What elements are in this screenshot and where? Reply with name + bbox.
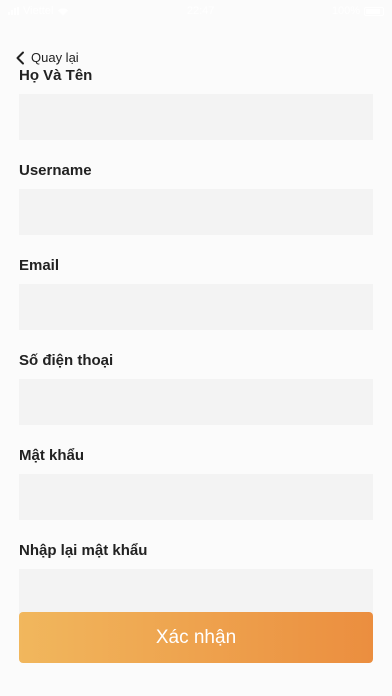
username-field: Username — [19, 161, 373, 235]
carrier-label: Viettel — [23, 5, 54, 17]
password-input[interactable] — [19, 474, 373, 520]
phone-label: Số điện thoại — [19, 352, 114, 369]
confirm-password-label: Nhập lại mật khẩu — [19, 542, 148, 559]
confirm-password-field: Nhập lại mật khẩu — [19, 541, 373, 615]
email-field: Email — [19, 256, 373, 330]
status-left: Viettel — [8, 5, 69, 17]
back-label: Quay lại — [31, 50, 79, 65]
registration-form: Họ Và Tên Username Email Số điện thoại M… — [19, 66, 373, 636]
status-time: 22:47 — [186, 5, 215, 17]
confirm-password-input[interactable] — [19, 569, 373, 615]
full-name-input[interactable] — [19, 94, 373, 140]
signal-icon — [8, 7, 19, 15]
password-label: Mật khẩu — [19, 447, 85, 464]
battery-percent: 100% — [331, 5, 360, 17]
email-input[interactable] — [19, 284, 373, 330]
email-label: Email — [19, 257, 60, 274]
phone-input[interactable] — [19, 379, 373, 425]
phone-field: Số điện thoại — [19, 351, 373, 425]
password-field: Mật khẩu — [19, 446, 373, 520]
chevron-left-icon — [16, 51, 24, 64]
back-button[interactable]: Quay lại — [15, 50, 79, 65]
battery-icon — [363, 6, 384, 16]
submit-button[interactable]: Xác nhận — [19, 612, 373, 663]
full-name-field: Họ Và Tên — [19, 66, 373, 140]
wifi-icon — [58, 7, 69, 15]
username-input[interactable] — [19, 189, 373, 235]
status-right: 100% — [332, 5, 384, 17]
full-name-label: Họ Và Tên — [19, 67, 93, 84]
status-bar: Viettel 22:47 100% — [0, 0, 392, 22]
username-label: Username — [19, 162, 92, 179]
